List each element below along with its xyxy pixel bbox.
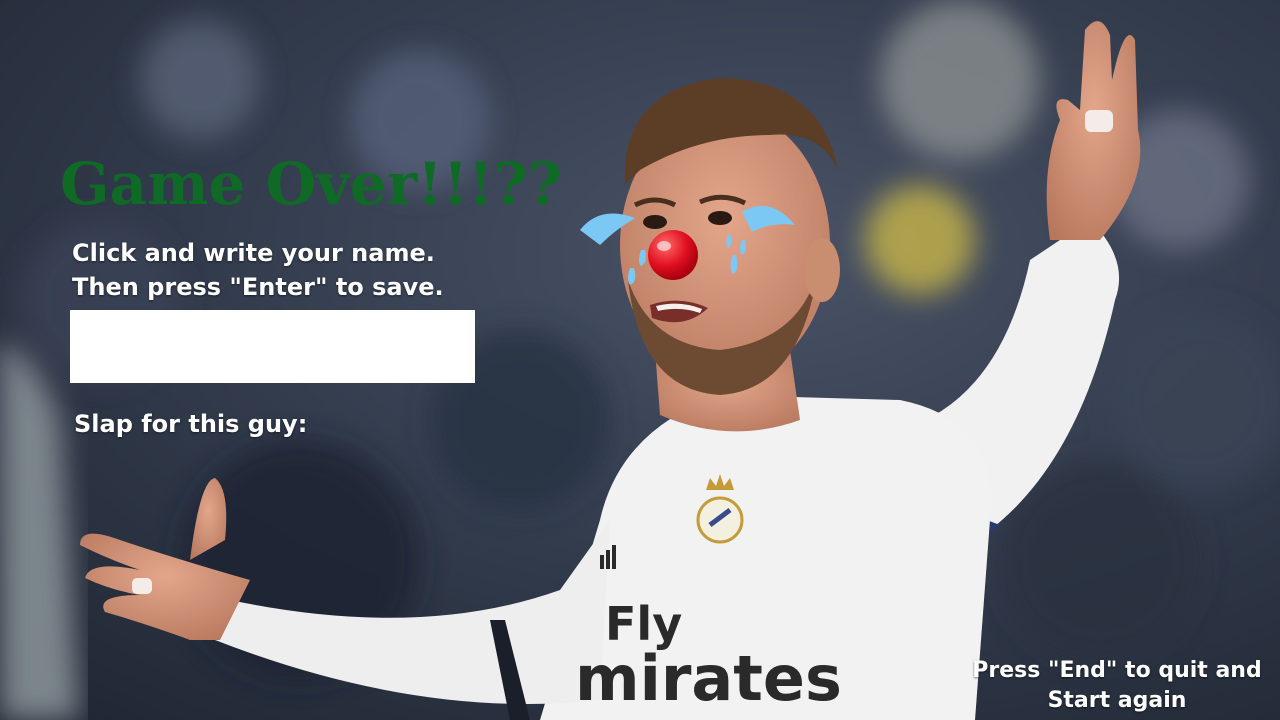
quit-hint: Press "End" to quit and Start again xyxy=(962,656,1272,716)
quit-hint-line-2: Start again xyxy=(1047,688,1187,713)
instruction-line-1: Click and write your name. xyxy=(72,239,435,267)
name-instructions: Click and write your name. Then press "E… xyxy=(72,236,444,304)
quit-hint-line-1: Press "End" to quit and xyxy=(972,658,1262,683)
player-name-input[interactable] xyxy=(70,310,475,383)
game-over-title: Game Over!!!?? xyxy=(60,150,562,218)
slap-label: Slap for this guy: xyxy=(74,410,308,438)
jersey-text-mirates: mirates xyxy=(575,642,842,715)
instruction-line-2: Then press "Enter" to save. xyxy=(72,273,444,301)
clown-nose-icon xyxy=(648,230,698,280)
